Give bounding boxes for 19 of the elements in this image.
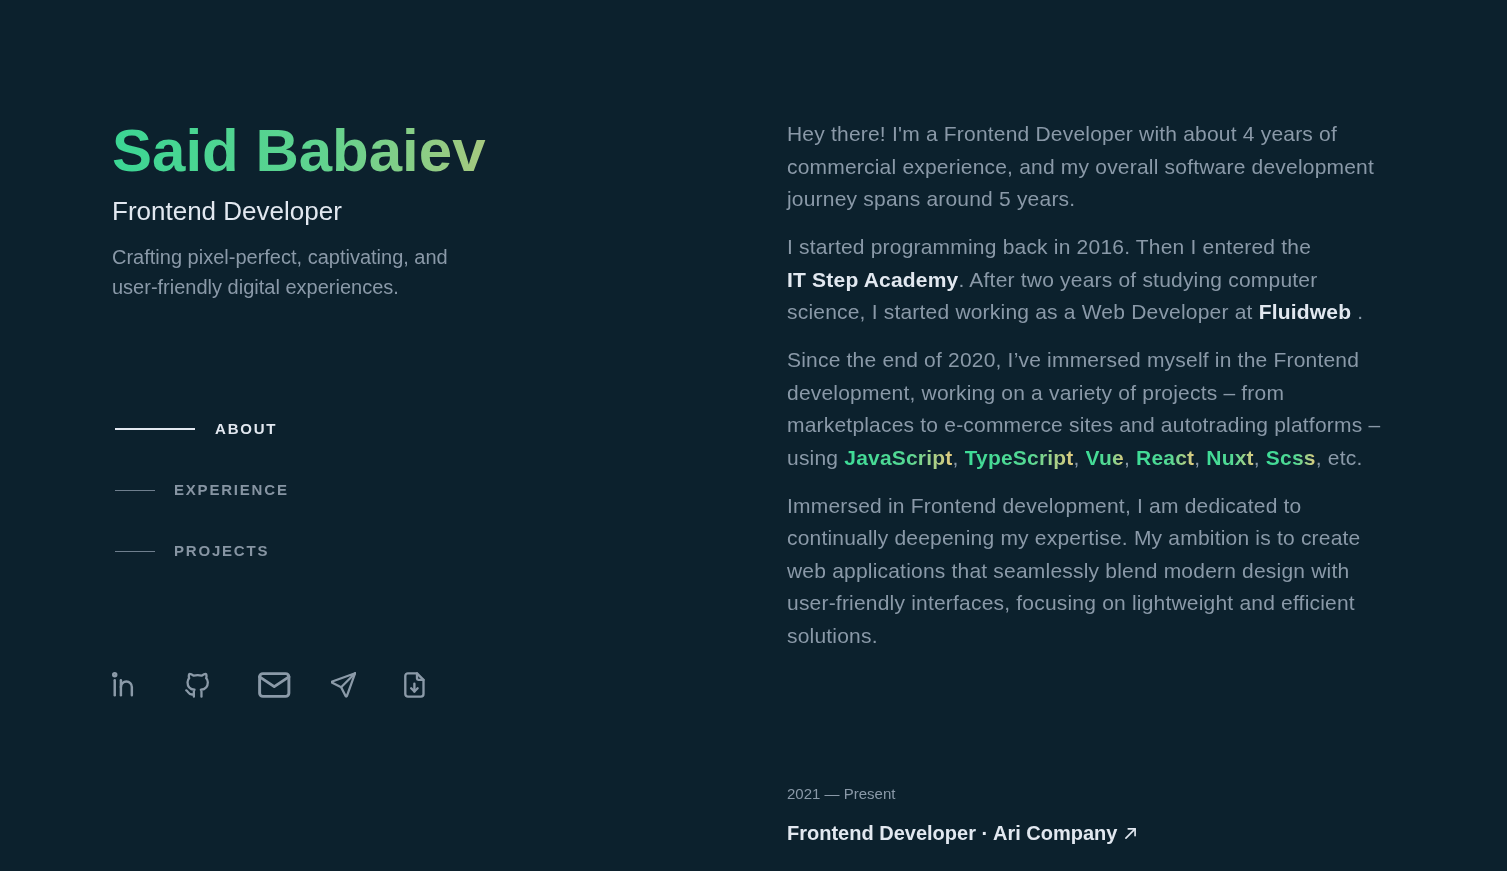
paper-plane-icon[interactable]: [331, 672, 357, 698]
nav-link[interactable]: ABOUT: [112, 419, 278, 439]
about-paragraph: Immersed in Frontend development, I am dedicated to continually deepening my expertise. My ambition is to create web applications that seamlessly blend modern design with user-friendly interfaces, focusing on lightweight and efficient solutions.: [787, 492, 1362, 649]
nav-link[interactable]: EXPERIENCE: [112, 480, 289, 501]
file-download-icon[interactable]: [404, 672, 425, 698]
mail-icon[interactable]: [258, 672, 291, 698]
job-title-link[interactable]: Frontend Developer · Ari Company: [787, 819, 1137, 847]
inline-link[interactable]: IT Step Academy: [787, 267, 959, 291]
inline-link[interactable]: Fluidweb: [1258, 300, 1352, 323]
nav-link[interactable]: PROJECTS: [112, 541, 270, 562]
arrow-icon: [1125, 827, 1137, 839]
job-period: 2021 — Present: [787, 784, 896, 804]
about-paragraph: I started programming back in 2016. Then I entered the IT Step Academy. After two years of studying computer science, I started working as a Web Developer at Fluidweb .: [787, 234, 1365, 325]
profile-tagline: Crafting pixel-perfect, captivating, and user-friendly digital experiences.: [112, 245, 449, 300]
linkedin-icon[interactable]: [112, 672, 134, 698]
about-paragraph: Hey there! I'm a Frontend Developer with about 4 years of commercial experience, and my overall software development journey spans around 5 years.: [787, 121, 1376, 212]
about-paragraph: Since the end of 2020, I’ve immersed myself in the Frontend development, working on a variety of projects – from marketplaces to e-commerce sites and autotrading platforms – using JavaScript, TypeScript, Vue, React, Nuxt, Scss, etc.: [787, 347, 1382, 471]
github-icon[interactable]: [185, 672, 210, 698]
profile-role: Frontend Developer: [112, 195, 342, 228]
